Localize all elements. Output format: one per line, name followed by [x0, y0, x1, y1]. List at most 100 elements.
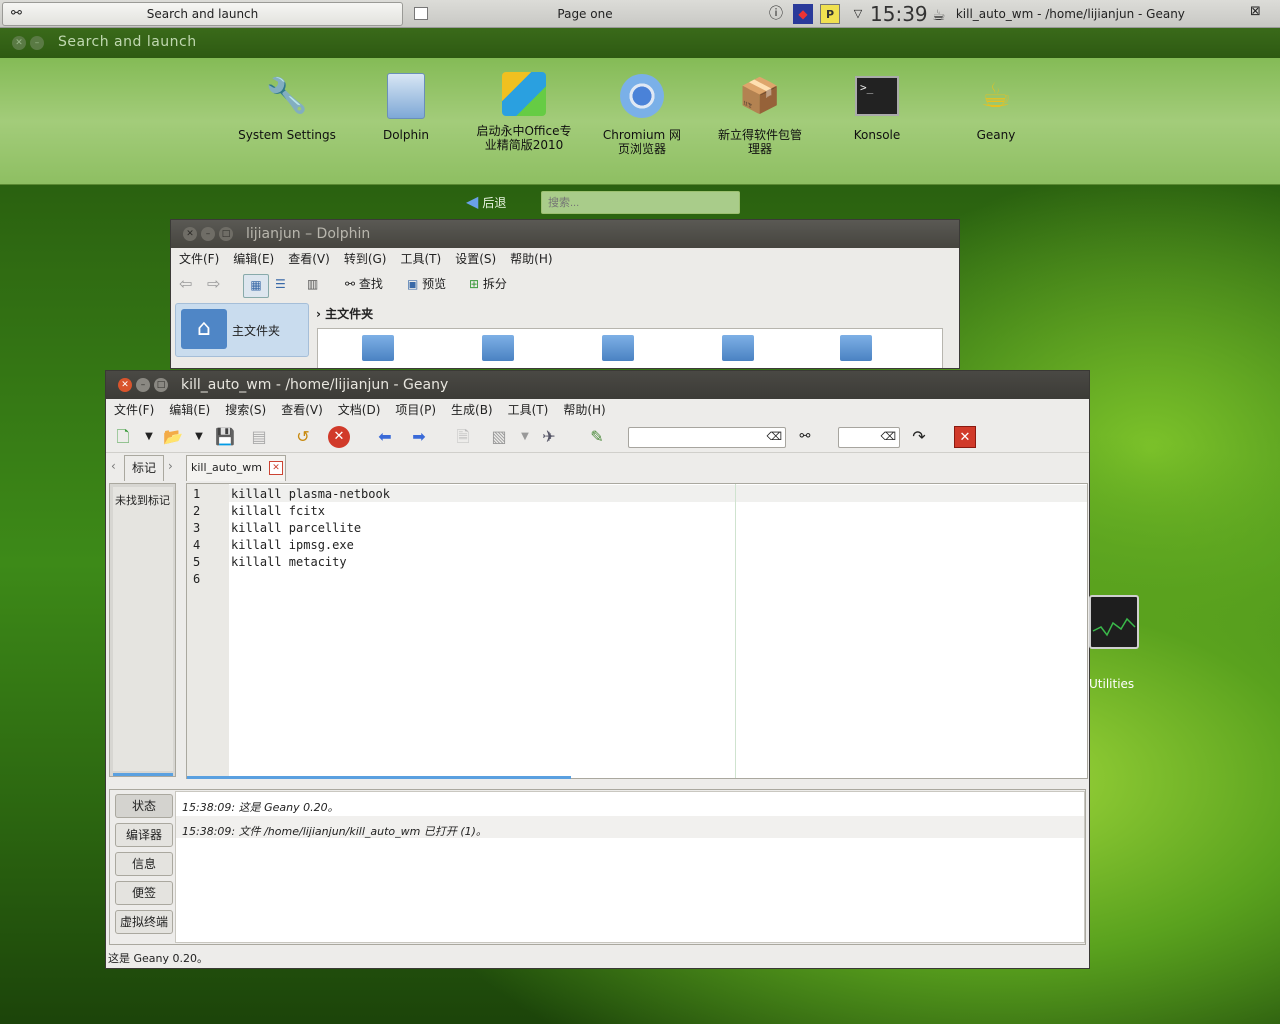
- close-icon[interactable]: ✕: [183, 227, 197, 241]
- icons-view-icon[interactable]: ▦: [243, 274, 269, 298]
- folder-icon[interactable]: [602, 335, 634, 361]
- tab-compiler[interactable]: 编译器: [115, 823, 173, 847]
- chevron-right-icon[interactable]: ›: [168, 459, 173, 473]
- folder-icon[interactable]: [840, 335, 872, 361]
- close-icon[interactable]: ✕: [118, 378, 132, 392]
- menu-go[interactable]: 转到(G): [344, 252, 387, 266]
- menu-tools[interactable]: 工具(T): [400, 252, 441, 266]
- chevron-down-icon[interactable]: ▽: [848, 4, 868, 24]
- back-arrow-icon[interactable]: ⬅: [374, 426, 396, 448]
- folder-icon[interactable]: [482, 335, 514, 361]
- new-file-icon[interactable]: 🗋: [112, 426, 134, 448]
- code-editor[interactable]: 1 2 3 4 5 6 killall plasma-netbook killa…: [186, 483, 1088, 779]
- forward-arrow-icon[interactable]: ➡: [408, 426, 430, 448]
- info-icon[interactable]: ⓘ: [766, 4, 786, 24]
- tab-scribble[interactable]: 便签: [115, 881, 173, 905]
- split-button[interactable]: ⊞ 拆分: [469, 274, 507, 294]
- close-window-icon[interactable]: ⊠: [1250, 4, 1276, 19]
- search-input[interactable]: ⌫: [628, 427, 786, 448]
- menu-search[interactable]: 搜索(S): [225, 403, 266, 417]
- tab-document[interactable]: kill_auto_wm ✕: [186, 455, 286, 481]
- tab-symbols[interactable]: 标记: [124, 455, 164, 481]
- menu-tools[interactable]: 工具(T): [508, 403, 549, 417]
- task-button-search-launch[interactable]: ⚯ Search and launch: [2, 2, 403, 26]
- symbol-list: 未找到标记: [113, 487, 173, 771]
- page-label: Page one: [557, 7, 613, 21]
- goto-line-icon[interactable]: ↷: [908, 426, 930, 448]
- tab-status[interactable]: 状态: [115, 794, 173, 818]
- app-dolphin[interactable]: Dolphin: [347, 68, 465, 142]
- details-view-icon[interactable]: ☰: [275, 274, 286, 294]
- clock[interactable]: 15:39: [870, 1, 928, 27]
- build-icon[interactable]: ▧: [488, 426, 510, 448]
- maximize-icon[interactable]: □: [219, 227, 233, 241]
- clear-icon[interactable]: ⌫: [880, 430, 896, 443]
- places-item-home[interactable]: ⌂ 主文件夹: [175, 303, 309, 357]
- active-window-title[interactable]: ☕ kill_auto_wm - /home/lijianjun - Geany: [932, 4, 1185, 24]
- chevron-down-icon[interactable]: ▼: [514, 426, 536, 448]
- tab-messages[interactable]: 信息: [115, 852, 173, 876]
- save-all-icon[interactable]: ▤: [248, 426, 270, 448]
- menu-help[interactable]: 帮助(H): [510, 252, 552, 266]
- menu-view[interactable]: 查看(V): [281, 403, 323, 417]
- horizontal-scrollbar[interactable]: [187, 776, 571, 779]
- close-tab-icon[interactable]: ✕: [269, 461, 283, 475]
- chevron-down-icon[interactable]: ▼: [138, 426, 160, 448]
- tab-terminal[interactable]: 虚拟终端: [115, 910, 173, 934]
- launcher-titlebar: ✕ – Search and launch: [0, 28, 1280, 58]
- close-file-icon[interactable]: ✕: [328, 426, 350, 448]
- folder-icon[interactable]: [722, 335, 754, 361]
- geany-titlebar: ✕ – □ kill_auto_wm - /home/lijianjun - G…: [106, 371, 1089, 399]
- menu-document[interactable]: 文档(D): [338, 403, 381, 417]
- menu-project[interactable]: 项目(P): [395, 403, 436, 417]
- binoculars-icon[interactable]: ⚯: [794, 426, 816, 448]
- goto-line-input[interactable]: ⌫: [838, 427, 900, 448]
- back-arrow-icon[interactable]: ⇦: [179, 274, 192, 294]
- desktop-utilities[interactable]: Utilities: [1089, 595, 1149, 695]
- columns-view-icon[interactable]: ▥: [307, 274, 318, 294]
- minimize-icon[interactable]: –: [30, 36, 44, 50]
- save-icon[interactable]: 💾: [214, 426, 236, 448]
- preview-button[interactable]: ▣ 预览: [407, 274, 446, 294]
- close-icon[interactable]: ✕: [12, 36, 26, 50]
- execute-icon[interactable]: ✈: [538, 426, 560, 448]
- input-method-icon[interactable]: ◆: [793, 4, 813, 24]
- open-file-icon[interactable]: 📂: [162, 426, 184, 448]
- revert-icon[interactable]: ↺: [292, 426, 314, 448]
- quit-icon[interactable]: ✕: [954, 426, 976, 448]
- back-button[interactable]: ◀ 后退: [466, 192, 506, 212]
- chromium-icon: [614, 68, 670, 124]
- app-office[interactable]: 启动永中Office专业精简版2010: [465, 66, 583, 152]
- menu-settings[interactable]: 设置(S): [455, 252, 496, 266]
- app-konsole[interactable]: >_ Konsole: [818, 68, 936, 142]
- menu-build[interactable]: 生成(B): [451, 403, 493, 417]
- chevron-down-icon[interactable]: ▼: [188, 426, 210, 448]
- app-package-manager[interactable]: 📦 新立得软件包管理器: [701, 68, 819, 156]
- minimize-icon[interactable]: –: [201, 227, 215, 241]
- geany-tabs-row: ‹ 标记 › kill_auto_wm ✕: [106, 455, 1089, 481]
- menu-file[interactable]: 文件(F): [179, 252, 219, 266]
- line-number: 6: [193, 572, 201, 586]
- maximize-icon[interactable]: □: [154, 378, 168, 392]
- compile-icon[interactable]: 🗎: [452, 426, 474, 448]
- minimize-icon[interactable]: –: [136, 378, 150, 392]
- breadcrumb[interactable]: › 主文件夹: [316, 305, 373, 322]
- forward-arrow-icon[interactable]: ⇨: [207, 274, 220, 294]
- dolphin-titlebar: ✕ – □ lijianjun – Dolphin: [171, 220, 959, 248]
- folder-icon[interactable]: [362, 335, 394, 361]
- menu-help[interactable]: 帮助(H): [563, 403, 605, 417]
- find-button[interactable]: ⚯ 查找: [345, 274, 383, 294]
- menu-file[interactable]: 文件(F): [114, 403, 154, 417]
- clipboard-icon[interactable]: P: [820, 4, 840, 24]
- chevron-left-icon[interactable]: ‹: [111, 459, 116, 473]
- app-geany[interactable]: ☕ Geany: [937, 68, 1055, 142]
- menu-edit[interactable]: 编辑(E): [233, 252, 274, 266]
- launcher-search-input[interactable]: [541, 191, 740, 214]
- menu-view[interactable]: 查看(V): [288, 252, 330, 266]
- color-chooser-icon[interactable]: ✎: [586, 426, 608, 448]
- app-system-settings[interactable]: 🔧 System Settings: [228, 68, 346, 142]
- pager-page[interactable]: Page one: [410, 3, 760, 25]
- menu-edit[interactable]: 编辑(E): [169, 403, 210, 417]
- app-chromium[interactable]: Chromium 网页浏览器: [583, 68, 701, 156]
- clear-icon[interactable]: ⌫: [766, 430, 782, 443]
